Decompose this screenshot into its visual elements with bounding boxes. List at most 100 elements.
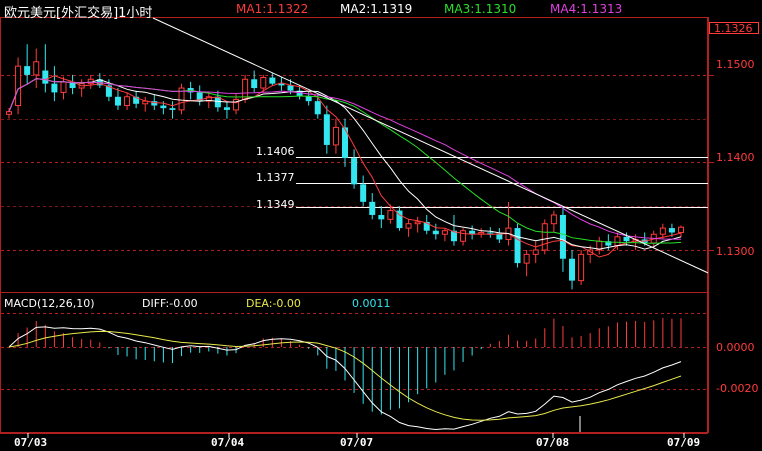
candle	[60, 76, 67, 100]
candle	[169, 101, 176, 119]
time-tick-label: 07/04	[211, 436, 245, 449]
candle	[124, 92, 131, 110]
candle	[478, 228, 485, 238]
candle	[369, 193, 376, 220]
candle-body	[260, 77, 267, 89]
chart-title: 欧元美元[外汇交易]1小时	[4, 6, 153, 21]
candle	[405, 219, 412, 237]
candle	[51, 66, 58, 102]
candle	[142, 96, 149, 112]
trend-line	[152, 17, 709, 274]
candle-body	[251, 79, 258, 89]
candle	[251, 70, 258, 93]
macd-value-label: 0.0011	[352, 297, 391, 310]
candle	[15, 57, 22, 115]
price-tick-label: 1.1500	[716, 58, 755, 71]
candle	[6, 108, 12, 119]
time-tick-label: 07/08	[536, 436, 570, 449]
candle-body	[460, 230, 467, 242]
candle	[133, 90, 140, 109]
candle-body	[60, 81, 67, 93]
candle	[441, 228, 448, 242]
moving-average-lines	[8, 17, 709, 274]
candle	[360, 175, 367, 207]
candle-body	[24, 66, 31, 75]
candle	[678, 225, 684, 237]
candle	[541, 219, 548, 255]
hline-label: 1.1406	[256, 145, 295, 158]
candle	[496, 228, 503, 243]
candle-body	[623, 236, 630, 242]
candle-body	[124, 96, 131, 107]
candle-body	[668, 228, 675, 233]
candle	[596, 236, 603, 255]
ma3-label: MA3:1.1310	[444, 2, 517, 16]
candle-body	[387, 210, 394, 220]
candle-body	[332, 126, 339, 146]
candle	[178, 83, 185, 115]
grid-layer	[0, 17, 714, 438]
candle	[323, 105, 330, 154]
candle-body	[360, 184, 367, 202]
macd-tick-label: -0.0020	[716, 382, 759, 395]
candle-body	[160, 105, 167, 109]
candle-body	[33, 61, 40, 76]
candle-body	[369, 201, 376, 215]
candle-body	[287, 85, 294, 91]
candle-body	[614, 236, 621, 247]
candle	[523, 249, 530, 277]
hline-label: 1.1377	[256, 171, 295, 184]
candle-body	[323, 114, 330, 145]
candle-body	[51, 83, 58, 93]
candle	[450, 214, 457, 246]
candle-body	[405, 223, 412, 229]
candle	[351, 149, 358, 189]
candle	[487, 227, 494, 238]
candle	[396, 206, 403, 231]
macd-diff-label: DIFF:-0.00	[142, 297, 198, 310]
ma4-label: MA4:1.1313	[550, 2, 623, 16]
ma2-label: MA2:1.1319	[340, 2, 413, 16]
candle-body	[314, 101, 321, 115]
ma1-label: MA1:1.1322	[236, 2, 309, 16]
candle-body	[114, 96, 121, 106]
candle-body	[42, 70, 49, 84]
candle	[550, 210, 557, 233]
candle	[569, 249, 576, 290]
candle-body	[532, 249, 539, 255]
macd-dea-label: DEA:-0.00	[246, 297, 301, 310]
candle-body	[351, 158, 358, 185]
hline-label: 1.1349	[256, 198, 295, 211]
candle	[69, 74, 76, 95]
candle-body	[223, 107, 230, 110]
price-tick-label: 1.1300	[716, 245, 755, 258]
candle-body	[441, 230, 448, 235]
candlestick-series	[6, 44, 684, 290]
time-tick-label: 07/03	[14, 436, 48, 449]
candle	[223, 101, 230, 119]
candle-body	[569, 258, 576, 281]
chart-canvas[interactable]	[0, 0, 762, 451]
candle-body	[432, 230, 439, 235]
time-tick-label: 07/09	[667, 436, 701, 449]
candle-body	[487, 232, 494, 234]
candle-body	[242, 78, 249, 100]
candle	[414, 216, 421, 233]
candle	[505, 201, 512, 246]
candle-body	[514, 228, 521, 264]
macd-series	[8, 318, 682, 431]
candle-body	[578, 253, 585, 282]
candle-body	[659, 227, 666, 235]
candle	[196, 85, 203, 106]
candle-body	[523, 253, 530, 264]
candle-body	[6, 111, 12, 115]
candle	[78, 79, 85, 97]
candle	[532, 241, 539, 264]
price-tick-label: 1.1400	[716, 151, 755, 164]
candle-body	[15, 65, 22, 107]
macd-tick-label: 0.0000	[716, 341, 755, 354]
candle-body	[550, 214, 557, 225]
candle-body	[541, 223, 548, 251]
candle	[269, 73, 276, 86]
candle	[460, 228, 467, 246]
